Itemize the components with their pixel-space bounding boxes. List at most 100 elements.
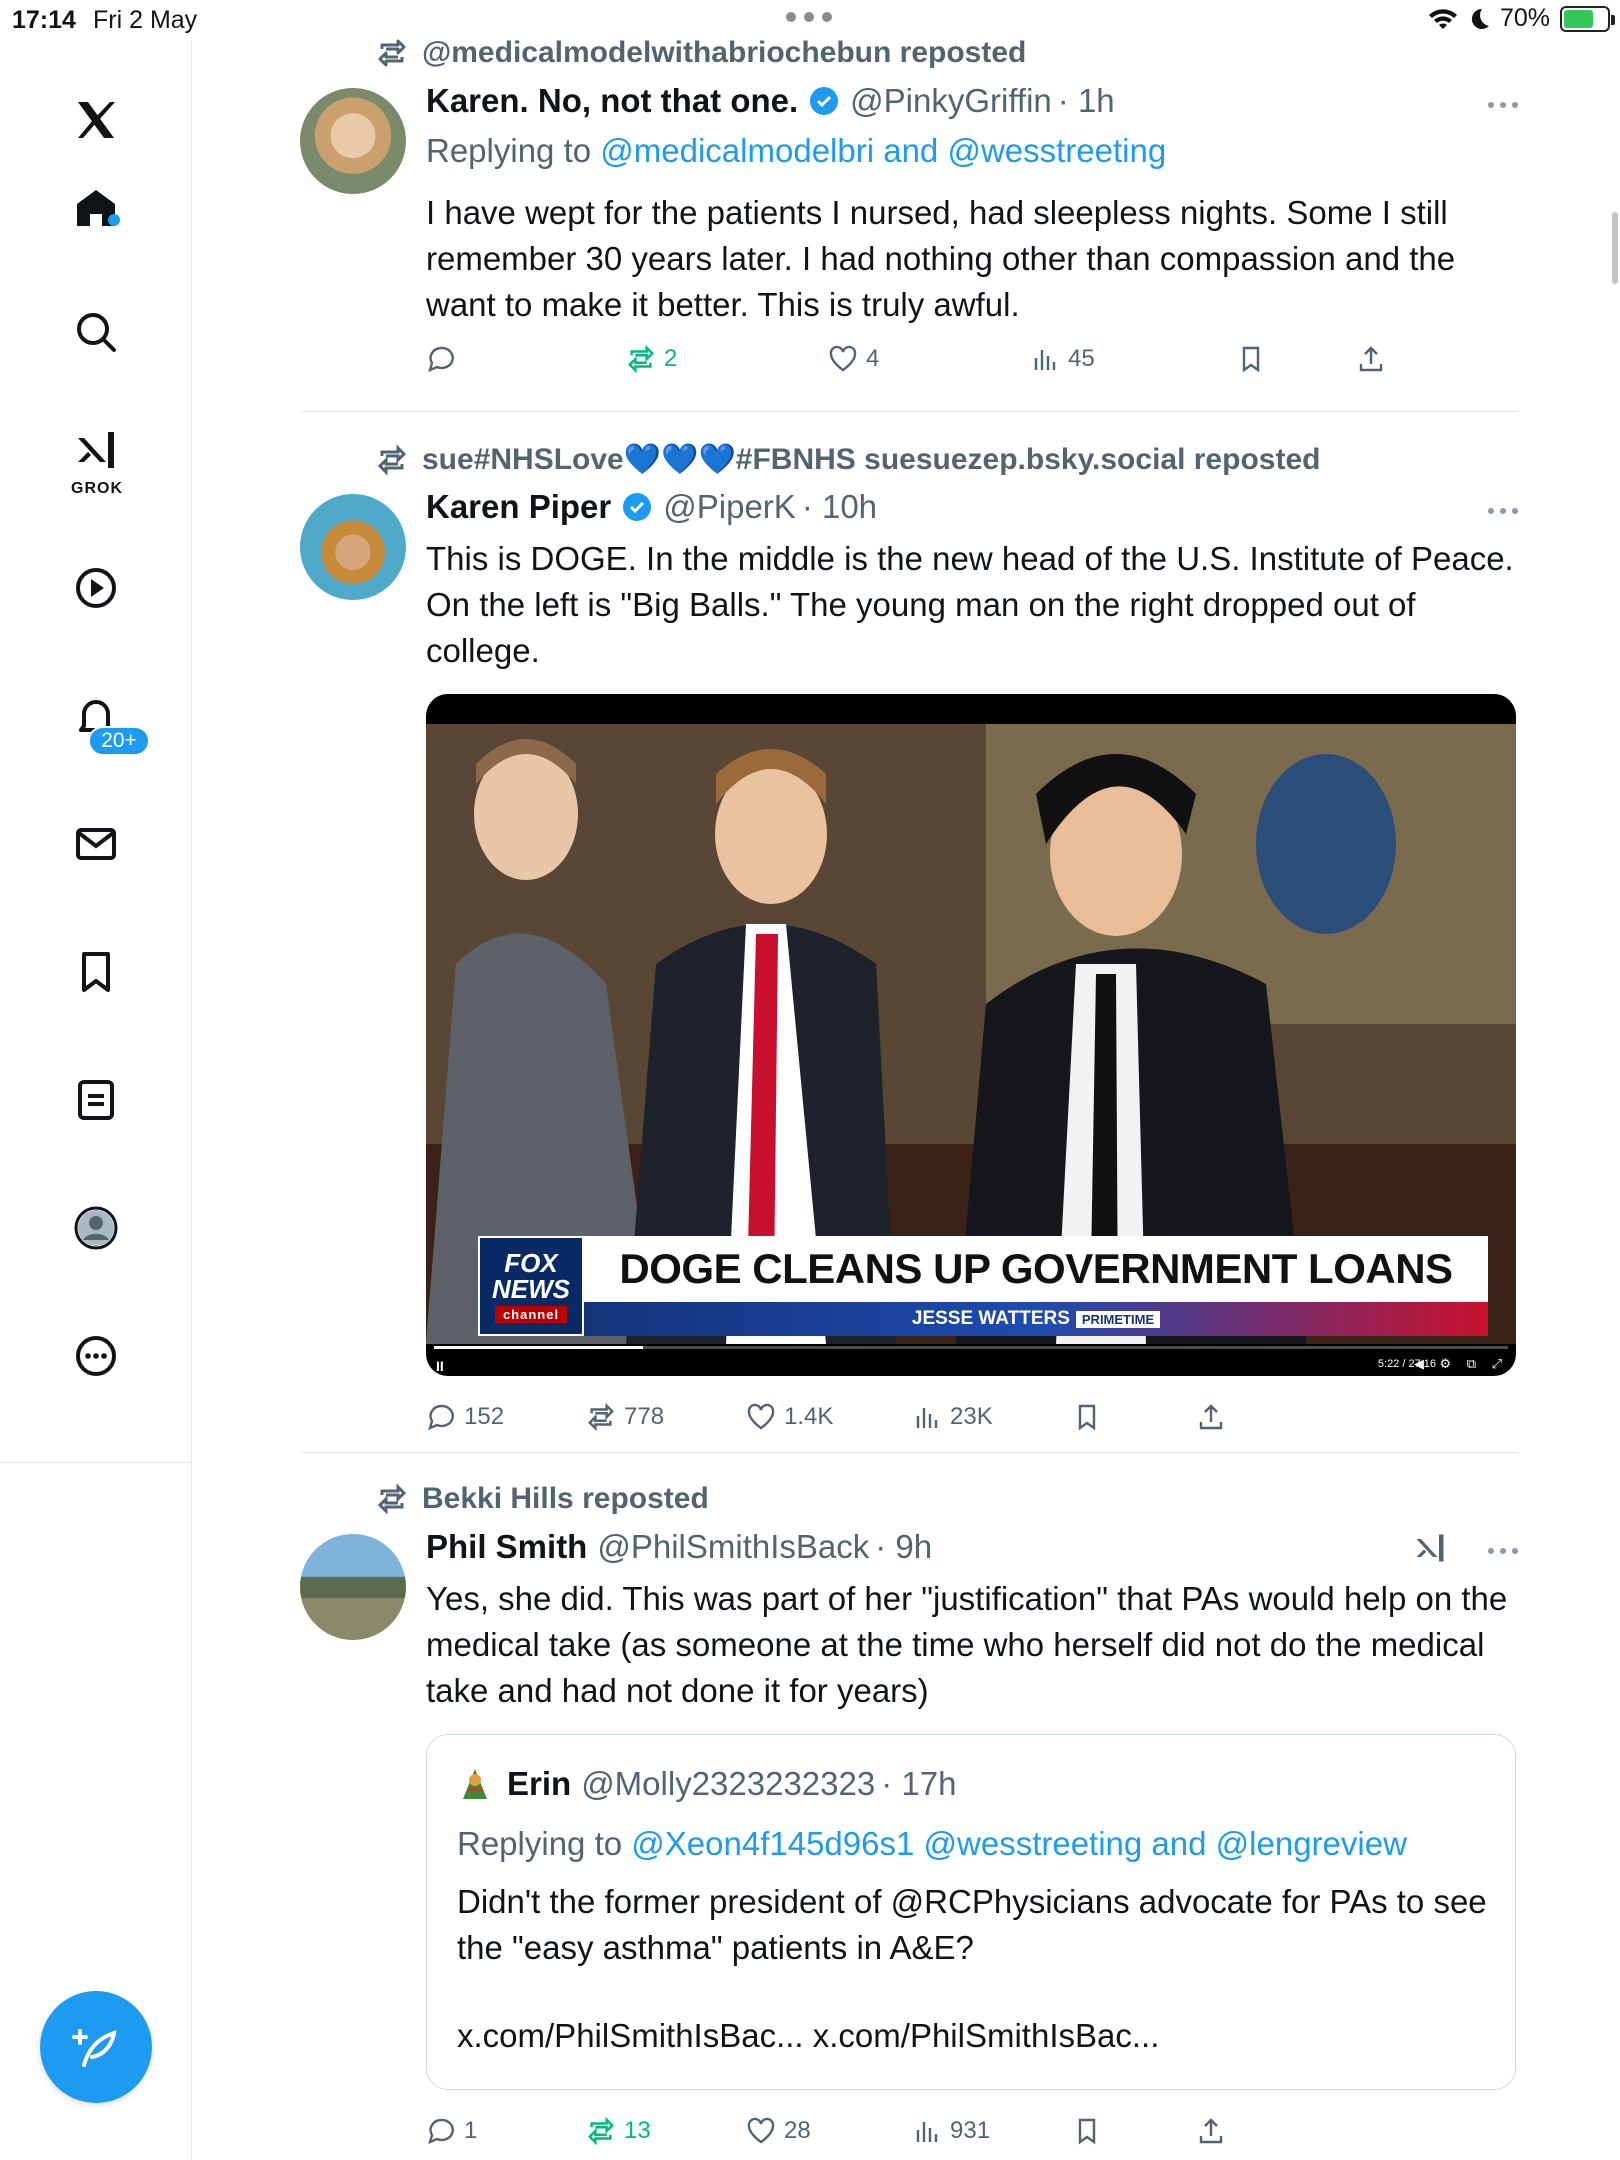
quoted-author-name: Erin — [507, 1765, 572, 1802]
avatar[interactable] — [300, 1534, 406, 1640]
repost-button[interactable]: 2 — [626, 344, 677, 374]
more-icon — [76, 1336, 116, 1376]
repost-button[interactable]: 778 — [586, 1402, 664, 1432]
video-icon — [76, 568, 116, 608]
video-controls: II 5:22 / 27:16 ◀ ⚙ ⧉ ⤢ — [426, 1344, 1516, 1376]
fox-logo-line2: NEWS — [492, 1273, 570, 1304]
author-name[interactable]: Karen Piper — [426, 488, 611, 526]
notifications-badge: 20+ — [88, 726, 150, 756]
views-button[interactable]: 45 — [1030, 344, 1095, 374]
sidebar-item-grok[interactable] — [68, 422, 124, 478]
sidebar-item-bookmarks[interactable] — [68, 944, 124, 1000]
battery-percent: 70% — [1499, 4, 1550, 32]
repost-by[interactable]: Bekki Hills reposted — [422, 1482, 709, 1516]
sidebar-item-more[interactable] — [68, 1328, 124, 1384]
bookmark-button[interactable] — [1072, 2116, 1102, 2146]
quoted-replying-to-label: Replying to — [457, 1825, 623, 1862]
verified-badge-icon — [623, 493, 652, 521]
views-button[interactable]: 23K — [912, 1402, 993, 1432]
mail-icon — [76, 828, 116, 860]
moon-icon — [1471, 8, 1489, 29]
repost-icon — [377, 443, 407, 476]
video-settings-icons[interactable]: ◀ ⚙ ⧉ ⤢ — [1414, 1356, 1508, 1372]
bookmark-icon — [1078, 1404, 1096, 1431]
more-options-icon[interactable] — [1488, 1548, 1518, 1554]
wifi-icon — [1428, 8, 1457, 29]
author-handle[interactable]: @PiperK — [663, 488, 796, 526]
more-options-icon[interactable] — [1488, 508, 1518, 514]
sidebar-item-lists[interactable] — [68, 1072, 124, 1128]
sidebar-item-explore[interactable] — [68, 304, 124, 360]
sidebar-item-profile[interactable] — [68, 1200, 124, 1256]
reply-button[interactable]: 152 — [426, 1402, 504, 1432]
author-handle[interactable]: @PinkyGriffin — [850, 82, 1052, 120]
tweet[interactable]: sue#NHSLove💙💙💙#FBNHS suesuezep.bsky.soci… — [300, 436, 1518, 1442]
author-handle[interactable]: @PhilSmithIsBack — [597, 1528, 869, 1566]
reply-icon — [428, 1404, 454, 1431]
like-button[interactable]: 4 — [828, 344, 879, 374]
tweet[interactable]: @medicalmodelwithabriochebun reposted Ka… — [300, 30, 1518, 410]
reply-button[interactable]: 1 — [426, 2116, 477, 2146]
repost-icon — [628, 344, 654, 374]
tweet-time[interactable]: · 9h — [875, 1528, 932, 1566]
author-name[interactable]: Phil Smith — [426, 1528, 587, 1566]
repost-icon — [377, 1483, 407, 1515]
multitasking-dots-icon[interactable] — [786, 12, 832, 22]
quoted-replying-to-users[interactable]: @Xeon4f145d96s1 @wesstreeting and @lengr… — [631, 1825, 1407, 1862]
bookmark-icon — [1242, 346, 1260, 373]
share-icon — [1199, 2118, 1223, 2144]
like-count: 4 — [866, 345, 880, 372]
author-name[interactable]: Karen. No, not that one. — [426, 82, 798, 120]
share-button[interactable] — [1356, 344, 1386, 374]
tweet-actions: 152 778 1.4K 23K — [426, 1402, 1518, 1442]
sidebar-item-video[interactable] — [68, 560, 124, 616]
status-date: Fri 2 May — [93, 6, 198, 34]
share-button[interactable] — [1196, 1402, 1226, 1432]
views-button[interactable]: 931 — [912, 2116, 990, 2146]
reply-count: 152 — [464, 1403, 505, 1430]
bookmark-button[interactable] — [1072, 1402, 1102, 1432]
more-options-icon[interactable] — [1488, 102, 1518, 108]
search-icon — [77, 313, 116, 352]
repost-count: 2 — [664, 345, 678, 372]
fox-news-logo: FOX NEWS channel — [478, 1236, 584, 1336]
repost-button[interactable]: 13 — [586, 2116, 651, 2146]
list-icon — [78, 1080, 114, 1120]
quoted-tweet-links[interactable]: x.com/PhilSmithIsBac... x.com/PhilSmithI… — [457, 2017, 1159, 2055]
bookmark-button[interactable] — [1236, 344, 1266, 374]
tweet-text: I have wept for the patients I nursed, h… — [426, 194, 1456, 323]
replying-to-label: Replying to — [426, 132, 592, 169]
like-button[interactable]: 28 — [746, 2116, 811, 2146]
sidebar-item-home[interactable] — [68, 180, 124, 236]
share-button[interactable] — [1196, 2116, 1226, 2146]
tweet-actions: 1 13 28 931 — [426, 2116, 1518, 2156]
tweet-time[interactable]: · 10h — [802, 488, 877, 526]
tweet-header: Karen. No, not that one. @PinkyGriffin ·… — [426, 82, 1115, 120]
reply-button[interactable] — [426, 344, 464, 374]
tweet-time[interactable]: · 1h — [1058, 82, 1115, 120]
heart-icon — [747, 2117, 775, 2144]
tweet-text: Yes, she did. This was part of her "just… — [426, 1580, 1508, 1709]
heart-icon — [829, 345, 857, 372]
show-name: JESSE WATTERS — [911, 1308, 1070, 1329]
like-button[interactable]: 1.4K — [746, 1402, 833, 1432]
quoted-tweet-header: Erin @Molly2323232323 · 17h — [457, 1765, 956, 1803]
repost-by[interactable]: @medicalmodelwithabriochebun reposted — [422, 36, 1026, 70]
repost-count: 13 — [624, 2117, 651, 2144]
tweet-divider — [300, 411, 1518, 412]
video-player[interactable]: FOX NEWS channel DOGE CLEANS UP GOVERNME… — [426, 694, 1516, 1376]
repost-by[interactable]: sue#NHSLove💙💙💙#FBNHS suesuezep.bsky.soci… — [422, 442, 1320, 477]
tweet[interactable]: Bekki Hills reposted Phil Smith @PhilSmi… — [300, 1476, 1518, 2160]
sidebar-item-messages[interactable] — [68, 816, 124, 872]
quoted-tweet[interactable]: Erin @Molly2323232323 · 17h Replying to … — [426, 1734, 1516, 2090]
avatar[interactable] — [300, 88, 406, 194]
x-logo-icon[interactable] — [68, 92, 124, 148]
compose-button[interactable] — [40, 1991, 152, 2103]
replying-to-users[interactable]: @medicalmodelbri and @wesstreeting — [600, 132, 1166, 169]
fox-logo-line1: FOX — [504, 1247, 558, 1278]
feed-scrollbar[interactable] — [1612, 212, 1618, 284]
pause-icon[interactable]: II — [436, 1358, 444, 1374]
avatar[interactable] — [300, 494, 406, 600]
grok-icon[interactable] — [1412, 1530, 1448, 1566]
fox-logo-line3: channel — [494, 1305, 568, 1323]
